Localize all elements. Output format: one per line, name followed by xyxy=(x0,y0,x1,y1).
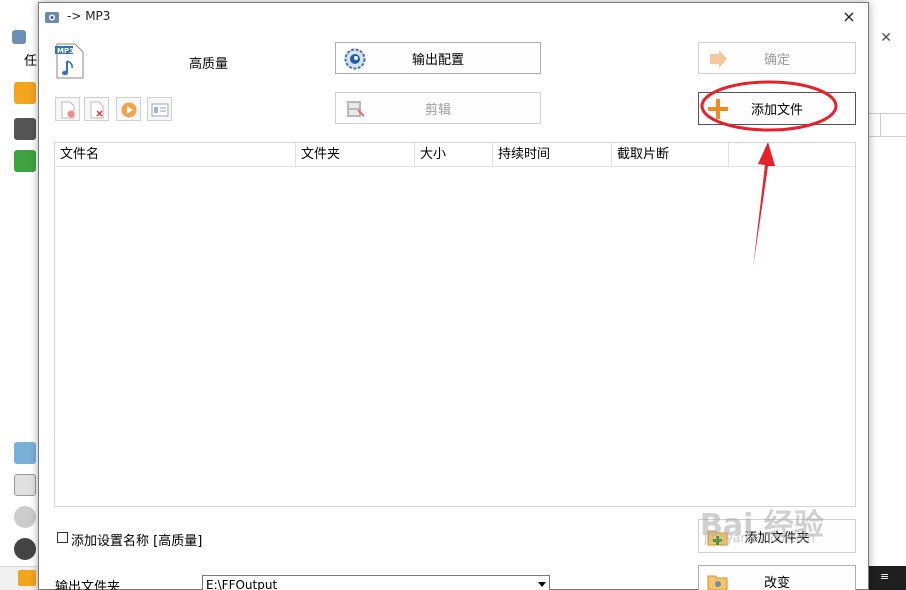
svg-text:MP3: MP3 xyxy=(57,47,74,55)
background-tab-label: 任 xyxy=(24,54,38,69)
film-clip-icon xyxy=(347,101,365,117)
column-header-duration[interactable]: 持续时间 xyxy=(493,143,612,167)
reel-icon[interactable] xyxy=(14,538,36,560)
close-button[interactable]: × xyxy=(838,7,860,27)
taskbar-label: ≡ xyxy=(880,570,890,583)
document-icon[interactable] xyxy=(14,474,36,496)
file-list-table[interactable]: 文件名 文件夹 大小 持续时间 截取片断 xyxy=(54,142,856,507)
output-folder-select[interactable]: E:\FFOutput xyxy=(202,575,550,590)
clip-label: 剪辑 xyxy=(424,102,451,118)
background-sidebar: 任 xyxy=(8,22,38,590)
remove-icon xyxy=(61,101,75,119)
clear-button[interactable] xyxy=(84,97,109,121)
column-header-size[interactable]: 大小 xyxy=(415,143,493,167)
add-setting-name-label: 添加设置名称 [高质量] xyxy=(71,534,203,549)
output-config-button[interactable]: 输出配置 xyxy=(335,42,541,74)
app-icon xyxy=(12,30,26,44)
change-button[interactable]: 改变 xyxy=(698,565,856,590)
background-taskbar-corner: ≡ xyxy=(868,566,906,590)
app-icon xyxy=(45,12,59,23)
folder-icon[interactable] xyxy=(18,570,36,586)
play-icon xyxy=(121,102,137,118)
music-icon[interactable] xyxy=(14,150,36,172)
clip-button[interactable]: 剪辑 xyxy=(335,92,541,124)
dialog-title: -> MP3 xyxy=(67,9,111,23)
media-info-button[interactable] xyxy=(147,97,172,121)
column-header-filename[interactable]: 文件名 xyxy=(55,143,296,167)
add-file-label: 添加文件 xyxy=(750,103,803,118)
change-label: 改变 xyxy=(763,575,790,590)
confirm-arrow-icon xyxy=(710,50,727,68)
disc-icon[interactable] xyxy=(14,506,36,528)
clear-icon xyxy=(90,101,104,119)
chevron-down-icon xyxy=(538,582,546,587)
folder-icon xyxy=(707,575,728,590)
folder-icon[interactable] xyxy=(14,82,36,104)
plus-icon xyxy=(708,99,728,119)
remove-button[interactable] xyxy=(55,97,80,121)
column-header-clip-segment[interactable]: 截取片断 xyxy=(612,143,729,167)
ok-label: 确定 xyxy=(763,52,790,68)
dialog-titlebar: -> MP3 × xyxy=(39,3,868,31)
background-column-divider xyxy=(880,113,881,137)
play-button[interactable] xyxy=(116,97,141,121)
picture-icon[interactable] xyxy=(14,442,36,464)
background-list-header xyxy=(868,113,906,137)
add-file-button[interactable]: 添加文件 xyxy=(698,92,856,125)
column-header-folder[interactable]: 文件夹 xyxy=(296,143,415,167)
watermark-url: jingyan.baidu.com xyxy=(704,531,815,545)
mp3-file-icon: MP3 xyxy=(55,43,84,79)
background-close-icon[interactable]: ✕ xyxy=(880,30,892,46)
file-list-header: 文件名 文件夹 大小 持续时间 截取片断 xyxy=(55,143,855,167)
media-info-icon xyxy=(151,103,169,117)
settings-icon xyxy=(344,48,366,70)
output-folder-value: E:\FFOutput xyxy=(206,578,278,590)
quality-label: 高质量 xyxy=(189,57,229,72)
add-setting-name-checkbox[interactable] xyxy=(57,532,68,543)
output-config-label: 输出配置 xyxy=(411,52,464,68)
ok-button[interactable]: 确定 xyxy=(698,42,856,74)
output-folder-label: 输出文件夹 xyxy=(55,580,121,590)
video-icon[interactable] xyxy=(14,118,36,140)
